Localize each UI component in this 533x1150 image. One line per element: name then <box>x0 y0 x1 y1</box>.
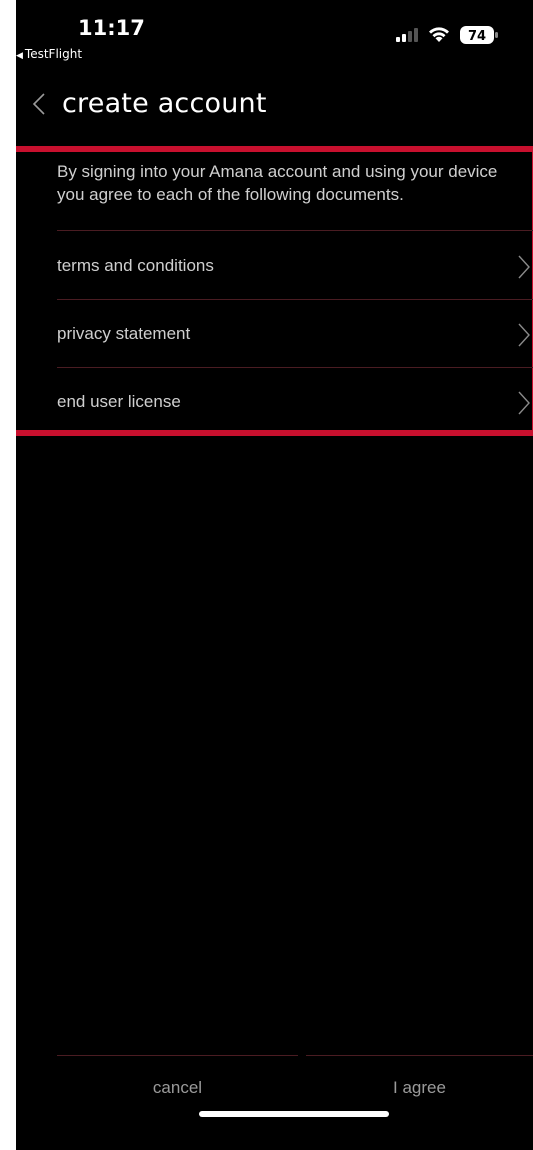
document-row-privacy[interactable]: privacy statement <box>57 302 533 368</box>
wifi-icon <box>429 27 449 42</box>
divider <box>57 367 533 368</box>
cancel-button[interactable]: cancel <box>57 1062 298 1114</box>
cellular-signal-icon <box>396 28 418 42</box>
back-triangle-icon: ◀ <box>16 51 23 61</box>
document-label: end user license <box>57 392 181 411</box>
back-app-label: TestFlight <box>24 47 83 61</box>
intro-text: By signing into your Amana account and u… <box>57 162 498 204</box>
document-label: terms and conditions <box>57 256 214 275</box>
document-row-terms[interactable]: terms and conditions <box>57 234 533 300</box>
nav-back-button[interactable] <box>32 92 46 121</box>
battery-level: 74 <box>468 29 486 44</box>
chevron-right-icon <box>518 255 530 279</box>
chevron-right-icon <box>518 323 530 347</box>
button-divider <box>306 1055 533 1056</box>
chevron-left-icon <box>32 93 45 115</box>
button-divider <box>57 1055 298 1056</box>
divider <box>57 230 533 231</box>
back-to-app-link[interactable]: ◀ TestFlight <box>16 47 82 61</box>
divider <box>57 299 533 300</box>
agree-button[interactable]: I agree <box>306 1062 533 1114</box>
document-label: privacy statement <box>57 324 191 343</box>
battery-icon: 74 <box>460 25 500 50</box>
app-screen: 11:17 ◀ TestFlight 74 create account By s… <box>16 0 533 1150</box>
home-indicator <box>199 1111 389 1117</box>
status-time: 11:17 <box>78 16 145 40</box>
document-row-eula[interactable]: end user license <box>57 370 533 436</box>
chevron-right-icon <box>518 391 530 415</box>
page-title: create account <box>62 88 267 119</box>
